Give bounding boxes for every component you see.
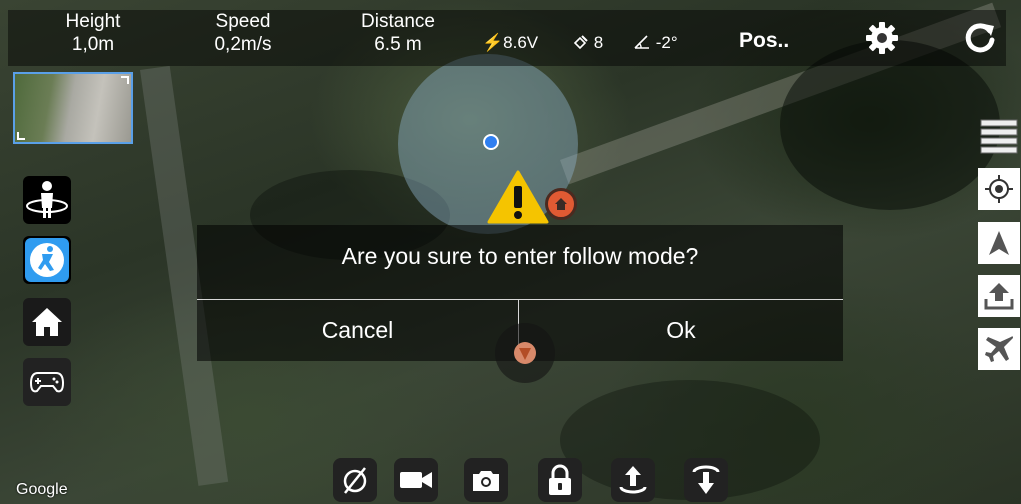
drone-position-marker xyxy=(495,323,555,383)
speed-value: 0,2m/s xyxy=(214,34,272,55)
orbit-mode-button[interactable] xyxy=(23,176,71,224)
battery-voltage: 8.6V xyxy=(503,33,539,52)
gear-icon xyxy=(866,22,898,54)
navigation-arrow-icon xyxy=(989,231,1009,255)
gamepad-button[interactable] xyxy=(23,358,71,406)
orbit-mode-icon xyxy=(26,181,68,218)
landing-button[interactable] xyxy=(684,458,728,502)
map-attribution: Google xyxy=(16,481,68,498)
airplane-icon xyxy=(985,336,1013,362)
distance-stat: Distance 6.5 m xyxy=(348,10,448,56)
lock-icon xyxy=(549,464,571,495)
camera-icon xyxy=(473,471,499,491)
height-value: 1,0m xyxy=(71,34,115,55)
warning-marker xyxy=(487,170,549,229)
home-point-marker xyxy=(545,188,577,220)
speed-stat: Speed 0,2m/s xyxy=(198,10,288,56)
takeoff-icon xyxy=(619,466,647,494)
satellite-icon xyxy=(573,35,588,50)
home-icon xyxy=(555,198,567,210)
upload-icon xyxy=(984,283,1014,310)
return-home-button[interactable] xyxy=(23,298,71,346)
satellite-count: 8 xyxy=(593,33,604,52)
distance-label: Distance xyxy=(361,11,435,32)
tilt-status: -2° xyxy=(633,33,678,53)
locate-icon xyxy=(985,175,1013,203)
record-video-button[interactable] xyxy=(394,458,438,502)
no-signal-icon xyxy=(343,467,367,494)
flight-mode[interactable]: Pos.. xyxy=(739,29,789,53)
compass-button[interactable] xyxy=(978,222,1020,264)
layers-button[interactable] xyxy=(978,115,1020,157)
expand-corner-icon xyxy=(17,132,25,140)
height-label: Height xyxy=(65,11,121,32)
expand-corner-icon xyxy=(121,76,129,84)
signal-button[interactable] xyxy=(333,458,377,502)
speed-label: Speed xyxy=(215,11,271,32)
ok-button[interactable]: Ok xyxy=(519,299,843,361)
layers-icon xyxy=(980,119,1018,154)
battery-status: ⚡8.6V xyxy=(482,33,538,53)
cancel-button[interactable]: Cancel xyxy=(197,299,518,361)
height-stat: Height 1,0m xyxy=(48,10,138,56)
settings-button[interactable] xyxy=(862,18,902,58)
refresh-button[interactable] xyxy=(960,18,1000,58)
tilt-value: -2° xyxy=(655,33,678,52)
user-location-dot xyxy=(483,134,499,150)
flight-plan-button[interactable] xyxy=(978,328,1020,370)
distance-value: 6.5 m xyxy=(374,34,422,55)
lightning-icon: ⚡ xyxy=(482,33,504,52)
map-view[interactable]: Height 1,0m Speed 0,2m/s Distance 6.5 m … xyxy=(0,0,1021,504)
upload-button[interactable] xyxy=(978,275,1020,317)
satellite-status: 8 xyxy=(573,33,603,53)
refresh-icon xyxy=(965,23,995,53)
takeoff-button[interactable] xyxy=(611,458,655,502)
gamepad-icon xyxy=(29,372,65,393)
video-camera-icon xyxy=(400,472,432,488)
home-icon xyxy=(32,308,62,336)
telemetry-bar: Height 1,0m Speed 0,2m/s Distance 6.5 m … xyxy=(8,10,1006,66)
follow-me-icon xyxy=(25,238,69,282)
angle-icon xyxy=(634,35,649,49)
locate-button[interactable] xyxy=(978,168,1020,210)
lock-button[interactable] xyxy=(538,458,582,502)
take-photo-button[interactable] xyxy=(464,458,508,502)
dialog-message: Are you sure to enter follow mode? xyxy=(341,243,699,269)
landing-icon xyxy=(692,465,720,494)
drone-arrow-icon xyxy=(514,342,536,364)
warning-icon xyxy=(487,170,549,224)
follow-me-button[interactable] xyxy=(23,236,71,284)
camera-preview-thumbnail[interactable] xyxy=(13,72,133,144)
